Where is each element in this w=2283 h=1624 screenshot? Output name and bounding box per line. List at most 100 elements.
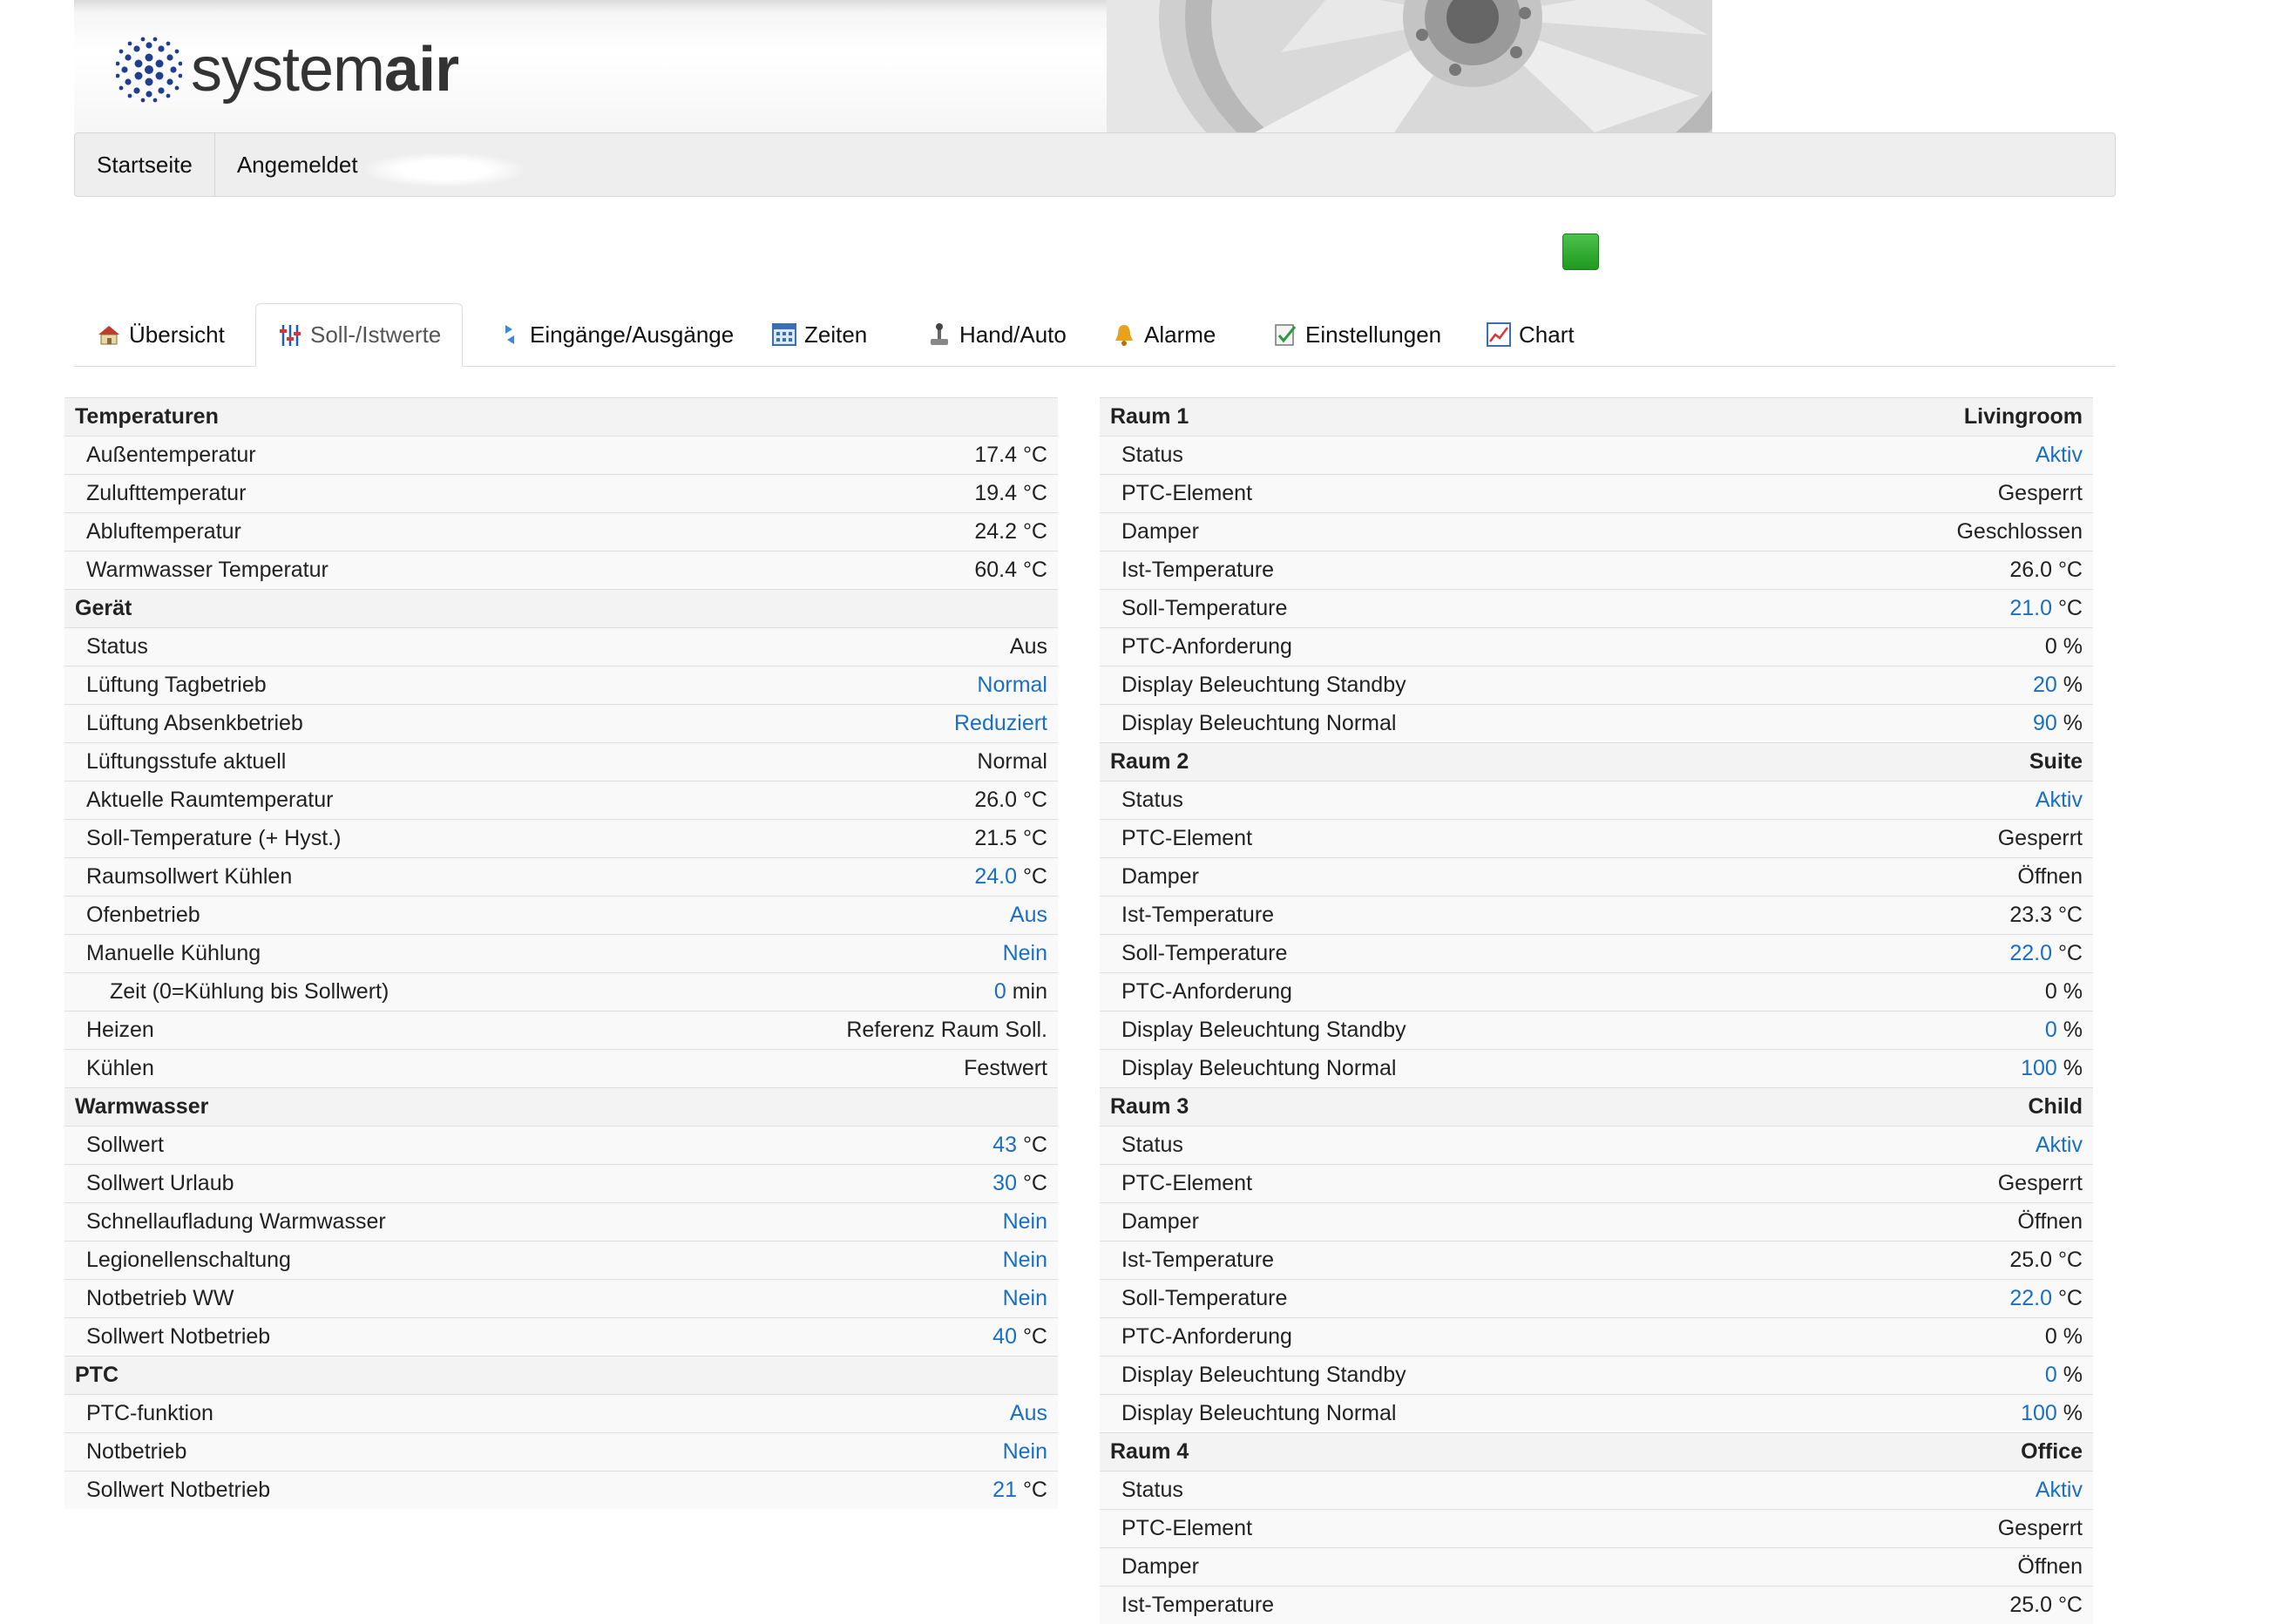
value-link[interactable]: 22.0 <box>2009 1286 2052 1310</box>
tab-settings[interactable]: Einstellungen <box>1272 303 1441 366</box>
tab-times[interactable]: Zeiten <box>771 303 867 366</box>
value-link[interactable]: Nein <box>1003 1209 1047 1234</box>
value-link[interactable]: Nein <box>1003 941 1047 965</box>
row-value-cell: Aus <box>1010 634 1047 660</box>
row-label: Display Beleuchtung Normal <box>1121 1401 1397 1425</box>
row-label: Display Beleuchtung Standby <box>1121 1018 1406 1042</box>
row-value-cell: 21 °C <box>992 1478 1047 1503</box>
row-label: Display Beleuchtung Normal <box>1121 711 1397 735</box>
value-link[interactable]: 0 <box>2045 1363 2057 1387</box>
row-value: Gesperrt <box>1997 1516 2083 1540</box>
row-value-cell: Child <box>2029 1094 2083 1120</box>
value-link[interactable]: 100 <box>2021 1056 2057 1080</box>
value-link[interactable]: Normal <box>977 673 1047 697</box>
row-value: 19.4 <box>974 481 1017 505</box>
row-value: 26.0 <box>974 788 1017 812</box>
row-value: 17.4 <box>974 443 1017 467</box>
line-chart-icon <box>1487 322 1511 347</box>
row-value-cell: 23.3 °C <box>2009 903 2083 928</box>
row-label: Kühlen <box>86 1056 154 1080</box>
row-value-cell: Reduziert <box>954 711 1047 736</box>
row-label: Ist-Temperature <box>1121 903 1275 927</box>
row-value-cell: Nein <box>1003 1248 1047 1273</box>
table-row: Sollwert Notbetrieb 21 °C <box>64 1471 1058 1509</box>
row-label: Außentemperatur <box>86 443 256 467</box>
value-link[interactable]: 21.0 <box>2009 596 2052 620</box>
value-link[interactable]: Nein <box>1003 1439 1047 1464</box>
value-link[interactable]: 30 <box>992 1171 1017 1195</box>
value-link[interactable]: 20 <box>2033 673 2057 697</box>
table-row: PTC-Anforderung 0 % <box>1100 627 2093 666</box>
row-unit: min <box>1012 979 1047 1004</box>
row-unit: % <box>2063 711 2083 735</box>
tab-hand-auto[interactable]: Hand/Auto <box>926 303 1067 366</box>
tab-setpoints[interactable]: Soll-/Istwerte <box>255 303 464 367</box>
row-value-cell: Normal <box>977 673 1047 698</box>
row-label: Raum 4 <box>1110 1439 1189 1464</box>
value-link[interactable]: Aus <box>1010 1401 1047 1425</box>
value-link[interactable]: 100 <box>2021 1401 2057 1425</box>
row-label: Damper <box>1121 1554 1199 1579</box>
row-value: 0 <box>2044 979 2057 1004</box>
systemair-logo[interactable]: systemair <box>116 35 459 105</box>
row-label: PTC-Anforderung <box>1121 634 1292 659</box>
tab-overview[interactable]: Übersicht <box>96 303 225 366</box>
systemair-dots-icon <box>116 37 182 103</box>
row-label: Damper <box>1121 1209 1199 1234</box>
value-link[interactable]: 21 <box>992 1478 1017 1502</box>
nav-home-link[interactable]: Startseite <box>75 133 214 196</box>
value-link[interactable]: 0 <box>994 979 1006 1004</box>
value-link[interactable]: 40 <box>992 1324 1017 1349</box>
row-label: Warmwasser Temperatur <box>86 558 329 582</box>
value-link[interactable]: Aktiv <box>2036 1478 2083 1502</box>
row-label: Sollwert Notbetrieb <box>86 1478 271 1502</box>
value-link[interactable]: 22.0 <box>2009 941 2052 965</box>
row-value-cell: Nein <box>1003 1286 1047 1311</box>
value-link[interactable]: 0 <box>2045 1018 2057 1042</box>
nav-logged-in-label: Angemeldet <box>236 151 358 178</box>
row-label: Warmwasser <box>75 1094 209 1119</box>
table-row: Display Beleuchtung Standby 0 % <box>1100 1011 2093 1049</box>
tab-inputs-outputs[interactable]: Eingänge/Ausgänge <box>497 303 734 366</box>
value-link[interactable]: Aus <box>1010 903 1047 927</box>
row-value: Office <box>2021 1439 2083 1464</box>
tab-chart[interactable]: Chart <box>1486 303 1575 366</box>
value-link[interactable]: Aktiv <box>2036 788 2083 812</box>
row-label: Lüftung Absenkbetrieb <box>86 711 303 735</box>
row-value-cell: Geschlossen <box>1956 519 2083 545</box>
row-label: Sollwert Urlaub <box>86 1171 234 1195</box>
row-label: Soll-Temperature <box>1121 596 1288 620</box>
section-header-raum-3: Raum 3 Child <box>1100 1087 2093 1126</box>
table-row: Display Beleuchtung Normal 100 % <box>1100 1394 2093 1432</box>
value-link[interactable]: Reduziert <box>954 711 1047 735</box>
value-link[interactable]: Aktiv <box>2036 1133 2083 1157</box>
tab-label: Hand/Auto <box>959 321 1067 348</box>
tab-alarms[interactable]: Alarme <box>1111 303 1216 366</box>
table-row: Schnellaufladung Warmwasser Nein <box>64 1202 1058 1241</box>
value-link[interactable]: 90 <box>2033 711 2057 735</box>
calendar-icon <box>772 323 796 346</box>
row-unit: % <box>2063 634 2083 659</box>
row-unit: °C <box>1022 1478 1047 1502</box>
tab-label: Einstellungen <box>1305 321 1442 348</box>
value-link[interactable]: 43 <box>992 1133 1017 1157</box>
table-row: Raumsollwert Kühlen 24.0 °C <box>64 857 1058 896</box>
value-link[interactable]: 24.0 <box>974 864 1017 889</box>
row-value: 25.0 <box>2009 1248 2052 1272</box>
row-value-cell: 30 °C <box>992 1171 1047 1196</box>
value-link[interactable]: Nein <box>1003 1248 1047 1272</box>
status-indicator <box>1562 233 1599 270</box>
section-header-ptc: PTC <box>64 1356 1058 1394</box>
row-value-cell: Nein <box>1003 1209 1047 1235</box>
table-row: Abluftemperatur 24.2 °C <box>64 512 1058 551</box>
table-row: Soll-Temperature (+ Hyst.) 21.5 °C <box>64 819 1058 857</box>
checklist-icon <box>1275 324 1297 346</box>
table-row: Soll-Temperature 22.0 °C <box>1100 1279 2093 1317</box>
row-label: Sollwert Notbetrieb <box>86 1324 271 1349</box>
row-value-cell: 43 °C <box>992 1133 1047 1158</box>
value-link[interactable]: Nein <box>1003 1286 1047 1310</box>
row-unit: °C <box>2057 941 2083 965</box>
value-link[interactable]: Aktiv <box>2036 443 2083 467</box>
row-value-cell: 25.0 °C <box>2009 1248 2083 1273</box>
row-value: Festwert <box>964 1056 1047 1080</box>
